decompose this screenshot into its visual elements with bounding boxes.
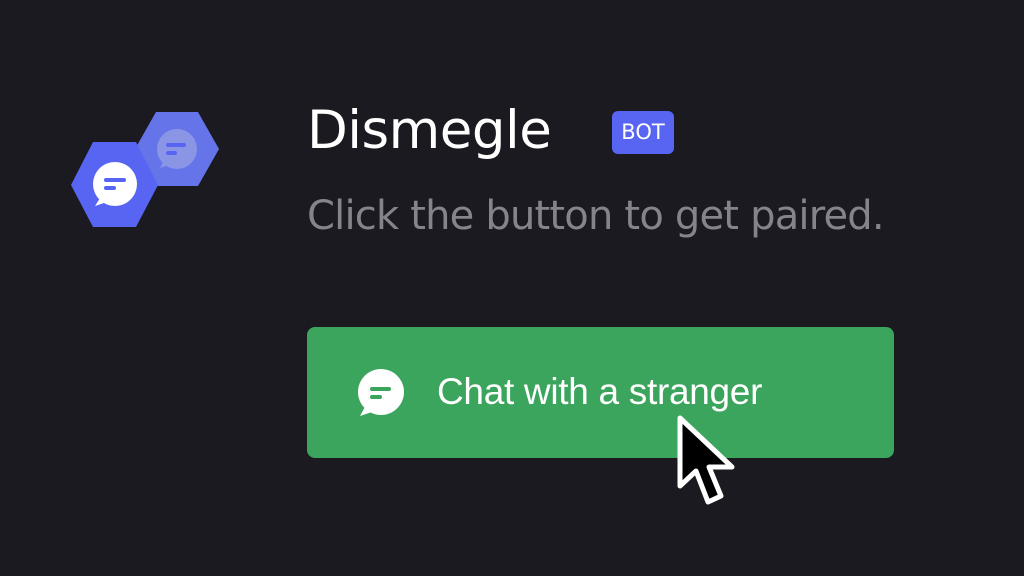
bot-badge: BOT <box>612 111 674 154</box>
chat-with-stranger-button[interactable]: Chat with a stranger <box>307 327 894 458</box>
subtitle: Click the button to get paired. <box>307 193 885 239</box>
mouse-pointer-icon <box>676 414 740 510</box>
chat-bubbles-hexagon-icon <box>71 112 219 227</box>
bot-name: Dismegle <box>307 100 552 161</box>
chat-bubble-icon <box>354 367 406 419</box>
bot-avatar <box>64 104 224 234</box>
chat-button-label: Chat with a stranger <box>437 371 763 412</box>
